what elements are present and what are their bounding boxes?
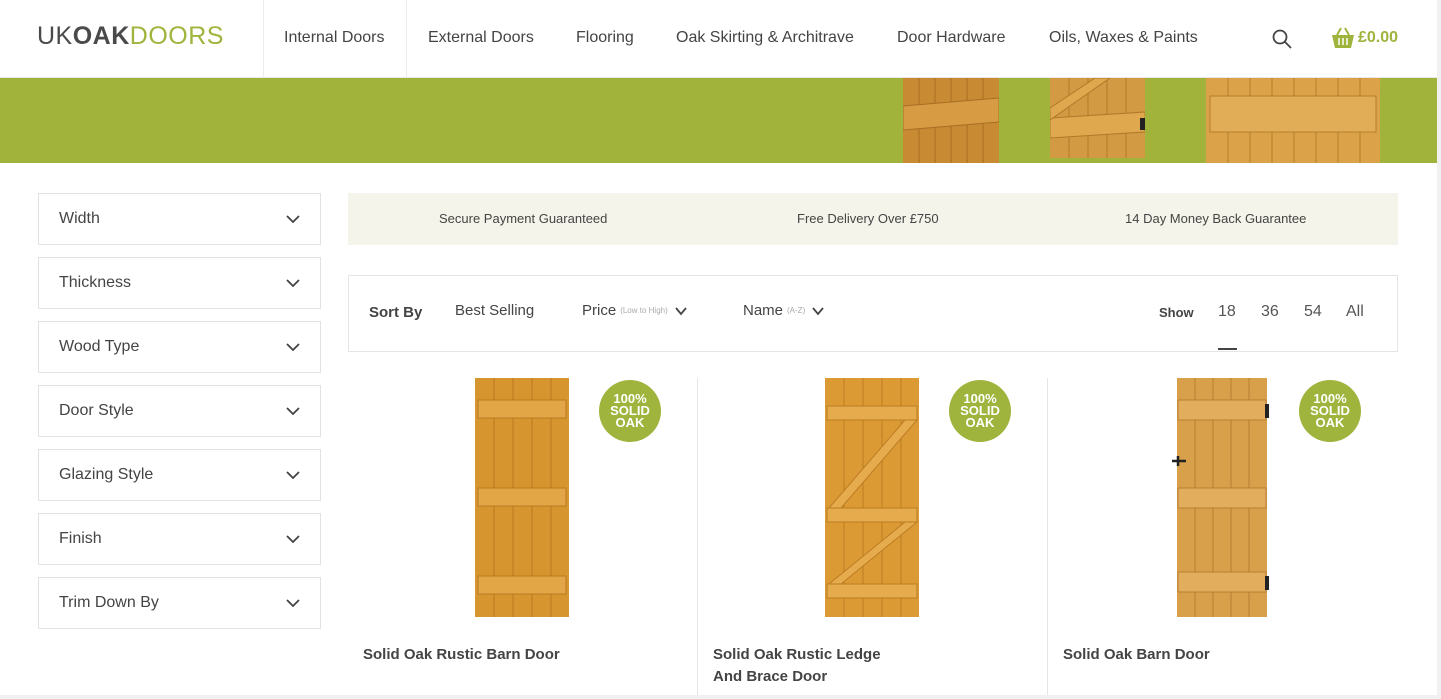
sort-price[interactable]: Price (Low to High): [582, 302, 688, 319]
show-selected-indicator: [1218, 348, 1237, 350]
nav-internal-doors[interactable]: Internal Doors: [284, 29, 385, 47]
nav-divider: [263, 0, 264, 78]
solid-oak-badge: 100% SOLID OAK: [1299, 380, 1361, 442]
banner-door-image: [1206, 78, 1380, 163]
show-option-54[interactable]: 54: [1304, 303, 1322, 321]
logo-text-oak: OAK: [72, 22, 130, 50]
chevron-down-icon: [286, 535, 300, 544]
banner-door-image: [1050, 78, 1145, 158]
product-card[interactable]: 100% SOLID OAK Solid Oak Rustic Barn Doo…: [348, 378, 698, 699]
product-name[interactable]: Solid Oak Rustic Barn Door: [363, 644, 563, 666]
show-option-all[interactable]: All: [1346, 303, 1364, 321]
product-image[interactable]: [475, 378, 569, 617]
filter-label: Wood Type: [59, 338, 140, 355]
badge-line: OAK: [615, 415, 645, 430]
sort-bar: Sort By Best Selling Price (Low to High)…: [348, 275, 1398, 352]
filter-label: Glazing Style: [59, 466, 154, 483]
basket-icon: [1332, 27, 1354, 48]
badge-line: OAK: [965, 415, 995, 430]
nav-divider: [406, 0, 407, 78]
filter-label: Thickness: [59, 274, 132, 291]
filter-label: Finish: [59, 530, 102, 547]
show-option-18[interactable]: 18: [1218, 303, 1236, 321]
chevron-down-icon: [812, 306, 824, 315]
nav-door-hardware[interactable]: Door Hardware: [897, 29, 1005, 47]
page-scrollbar[interactable]: [1437, 0, 1441, 699]
solid-oak-badge: 100% SOLID OAK: [949, 380, 1011, 442]
basket-button[interactable]: £0.00: [1330, 27, 1398, 49]
sort-best-selling-label: Best Selling: [455, 302, 535, 319]
product-name[interactable]: Solid Oak Barn Door: [1063, 644, 1263, 666]
filter-door-style[interactable]: Door Style: [38, 385, 321, 437]
filter-label: Door Style: [59, 402, 134, 419]
filter-width[interactable]: Width: [38, 193, 321, 245]
sort-by-label: Sort By: [369, 304, 423, 321]
nav-external-doors[interactable]: External Doors: [428, 29, 534, 47]
show-label: Show: [1159, 305, 1194, 320]
page-divider: [0, 695, 1437, 699]
sort-name-sublabel: (A-Z): [787, 306, 806, 315]
filter-glazing-style[interactable]: Glazing Style: [38, 449, 321, 501]
site-header: UKOAKDOORS Internal Doors External Doors…: [0, 0, 1441, 78]
filter-trim-down-by[interactable]: Trim Down By: [38, 577, 321, 629]
product-name[interactable]: Solid Oak Rustic Ledge And Brace Door: [713, 644, 913, 688]
logo-text-uk: UK: [37, 22, 73, 50]
chevron-down-icon: [675, 306, 687, 315]
chevron-down-icon: [286, 599, 300, 608]
guarantee-secure-payment: Secure Payment Guaranteed: [439, 211, 608, 226]
sort-price-sublabel: (Low to High): [620, 306, 668, 315]
basket-total: £0.00: [1358, 29, 1399, 46]
filter-label: Width: [59, 210, 100, 227]
sort-price-label: Price: [582, 302, 617, 319]
solid-oak-badge: 100% SOLID OAK: [599, 380, 661, 442]
chevron-down-icon: [286, 279, 300, 288]
category-banner: [0, 78, 1437, 163]
chevron-down-icon: [286, 407, 300, 416]
chevron-down-icon: [286, 215, 300, 224]
filter-label: Trim Down By: [59, 594, 159, 611]
banner-door-image: [903, 78, 999, 163]
badge-line: OAK: [1315, 415, 1345, 430]
product-image[interactable]: [1172, 378, 1272, 617]
site-logo[interactable]: UKOAKDOORS: [37, 22, 224, 51]
nav-oils-waxes-paints[interactable]: Oils, Waxes & Paints: [1049, 29, 1198, 47]
product-image[interactable]: [825, 378, 919, 617]
product-card[interactable]: 100% SOLID OAK Solid Oak Rustic Ledge An…: [698, 378, 1048, 699]
nav-flooring[interactable]: Flooring: [576, 29, 634, 47]
chevron-down-icon: [286, 343, 300, 352]
guarantee-bar: Secure Payment Guaranteed Free Delivery …: [348, 193, 1398, 245]
chevron-down-icon: [286, 471, 300, 480]
filter-thickness[interactable]: Thickness: [38, 257, 321, 309]
guarantee-free-delivery: Free Delivery Over £750: [797, 211, 939, 226]
logo-text-doors: DOORS: [129, 22, 224, 50]
product-card[interactable]: 100% SOLID OAK Solid Oak Barn Door: [1048, 378, 1398, 699]
filter-finish[interactable]: Finish: [38, 513, 321, 565]
filter-wood-type[interactable]: Wood Type: [38, 321, 321, 373]
sort-name-label: Name: [743, 302, 784, 319]
search-icon[interactable]: [1272, 29, 1292, 49]
sort-best-selling[interactable]: Best Selling: [455, 302, 534, 319]
guarantee-money-back: 14 Day Money Back Guarantee: [1125, 211, 1307, 226]
sort-name[interactable]: Name (A-Z): [743, 302, 825, 319]
show-option-36[interactable]: 36: [1261, 303, 1279, 321]
nav-oak-skirting-architrave[interactable]: Oak Skirting & Architrave: [676, 29, 854, 47]
